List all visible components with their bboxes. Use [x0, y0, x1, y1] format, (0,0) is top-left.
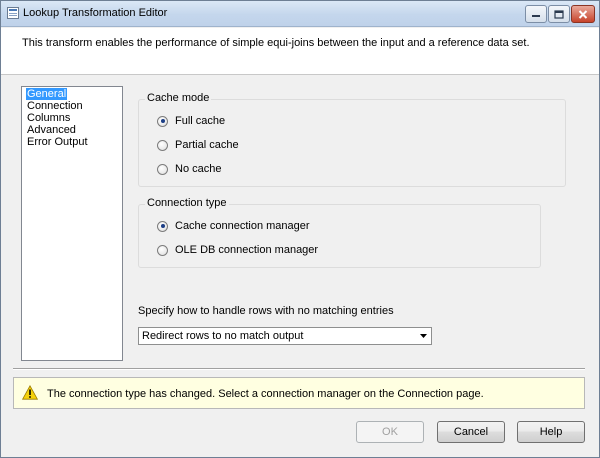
maximize-button[interactable] — [548, 5, 570, 23]
cancel-button[interactable]: Cancel — [437, 421, 505, 443]
no-cache-label: No cache — [175, 163, 222, 175]
nav-item-connection[interactable]: Connection — [26, 100, 84, 112]
no-cache-radio[interactable] — [157, 163, 168, 175]
minimize-button[interactable] — [525, 5, 547, 23]
description-header: This transform enables the performance o… — [1, 28, 599, 75]
nav-item-columns[interactable]: Columns — [26, 112, 71, 124]
warning-bar: The connection type has changed. Select … — [13, 377, 585, 409]
cache-mode-none-option[interactable]: No cache — [157, 163, 221, 175]
close-icon — [578, 9, 588, 19]
no-match-selected-value: Redirect rows to no match output — [142, 330, 304, 342]
ok-button[interactable]: OK — [356, 421, 424, 443]
title-bar[interactable]: Lookup Transformation Editor — [1, 1, 599, 27]
cache-mode-full-option[interactable]: Full cache — [157, 115, 225, 127]
cache-connection-option[interactable]: Cache connection manager — [157, 220, 310, 232]
connection-type-title: Connection type — [145, 197, 229, 209]
dropdown-arrow-icon[interactable] — [415, 328, 431, 344]
maximize-icon — [554, 9, 564, 19]
full-cache-radio[interactable] — [157, 115, 168, 127]
oledb-connection-option[interactable]: OLE DB connection manager — [157, 244, 318, 256]
app-icon — [7, 7, 19, 19]
description-text: This transform enables the performance o… — [22, 37, 530, 49]
warning-icon — [22, 385, 38, 400]
partial-cache-radio[interactable] — [157, 139, 168, 151]
full-cache-label: Full cache — [175, 115, 226, 127]
lookup-editor-window: Lookup Transformation Editor This transf… — [0, 0, 600, 458]
warning-text: The connection type has changed. Select … — [47, 388, 484, 400]
separator — [13, 368, 585, 370]
oledb-connection-label: OLE DB connection manager — [175, 244, 319, 256]
cache-connection-radio[interactable] — [157, 220, 168, 232]
minimize-icon — [532, 15, 540, 17]
help-button[interactable]: Help — [517, 421, 585, 443]
cache-mode-title: Cache mode — [145, 92, 212, 104]
window-title: Lookup Transformation Editor — [23, 7, 168, 19]
nav-item-general[interactable]: General — [26, 88, 68, 100]
connection-type-group: Connection type Cache connection manager… — [138, 197, 541, 268]
page-navigation-list[interactable]: General Connection Columns Advanced Erro… — [21, 86, 123, 361]
no-match-handling-label: Specify how to handle rows with no match… — [138, 305, 394, 317]
cache-mode-partial-option[interactable]: Partial cache — [157, 139, 239, 151]
cache-connection-label: Cache connection manager — [175, 220, 310, 232]
cache-mode-group: Cache mode Full cache Partial cache No c… — [138, 92, 566, 187]
close-button[interactable] — [571, 5, 595, 23]
partial-cache-label: Partial cache — [175, 139, 239, 151]
nav-item-error-output[interactable]: Error Output — [26, 136, 89, 148]
oledb-connection-radio[interactable] — [157, 244, 168, 256]
nav-item-advanced[interactable]: Advanced — [26, 124, 77, 136]
no-match-handling-select[interactable]: Redirect rows to no match output — [138, 327, 432, 345]
